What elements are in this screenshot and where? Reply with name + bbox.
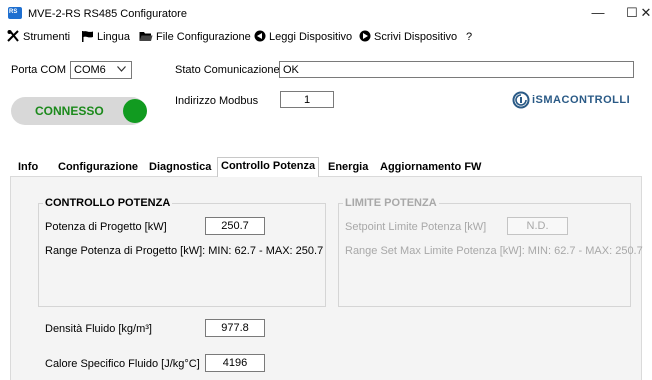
tab-strip: Info Configurazione Diagnostica Controll… [0, 157, 652, 177]
fluid-density-label: Densità Fluido [kg/m³] [45, 323, 152, 335]
menu-leggi-dispositivo[interactable]: Leggi Dispositivo [254, 30, 352, 44]
controllo-potenza-title: CONTROLLO POTENZA [43, 197, 173, 209]
menu-scrivi-dispositivo-label: Scrivi Dispositivo [374, 31, 458, 43]
port-com-select[interactable]: COM6 [70, 61, 132, 79]
tab-diagnostica[interactable]: Diagnostica [146, 159, 214, 176]
fluid-specific-heat-label: Calore Specifico Fluido [J/kg°C] [45, 358, 200, 370]
folder-icon [139, 32, 153, 41]
read-device-icon [254, 30, 266, 42]
menu-leggi-dispositivo-label: Leggi Dispositivo [269, 31, 353, 43]
close-button[interactable]: ✕ [640, 3, 652, 23]
connection-toggle[interactable]: CONNESSO [11, 97, 147, 125]
ismacontrolli-logo-icon [512, 91, 530, 109]
chevron-down-icon [117, 66, 126, 72]
menu-file-configurazione-label: File Configurazione [156, 31, 251, 43]
design-power-input[interactable]: 250.7 [205, 217, 265, 235]
tab-info[interactable]: Info [15, 159, 41, 176]
window-title: MVE-2-RS RS485 Configuratore [28, 8, 187, 20]
app-icon-text: RS [9, 9, 18, 15]
tab-energia[interactable]: Energia [325, 159, 371, 176]
setpoint-limit-range: Range Set Max Limite Potenza [kW]: MIN: … [345, 245, 643, 257]
connection-toggle-label: CONNESSO [35, 104, 104, 118]
stato-comunicazione-label: Stato Comunicazione [175, 64, 280, 76]
modbus-address-input[interactable]: 1 [280, 91, 334, 108]
tab-configurazione[interactable]: Configurazione [55, 159, 141, 176]
design-power-label: Potenza di Progetto [kW] [45, 221, 167, 233]
tools-icon [7, 30, 19, 42]
menu-strumenti-label: Strumenti [23, 31, 71, 43]
menu-strumenti[interactable]: Strumenti [7, 30, 70, 44]
title-bar: RS MVE-2-RS RS485 Configuratore — ☐ ✕ [0, 0, 652, 28]
setpoint-limit-input[interactable]: N.D. [507, 217, 568, 235]
stato-comunicazione-value: OK [283, 64, 299, 76]
menu-help[interactable]: ? [466, 30, 472, 44]
menu-lingua[interactable]: Lingua [81, 30, 130, 44]
setpoint-limit-label: Setpoint Limite Potenza [kW] [345, 221, 487, 233]
stato-comunicazione-field: OK [279, 61, 634, 78]
write-device-icon [359, 30, 371, 42]
connection-toggle-knob[interactable] [123, 99, 147, 123]
app-icon: RS [8, 7, 22, 19]
port-com-label: Porta COM [11, 64, 67, 76]
modbus-address-label: Indirizzo Modbus [175, 95, 259, 107]
menu-bar: Strumenti Lingua File Configurazione Leg… [0, 28, 652, 46]
flag-icon [82, 31, 93, 42]
fluid-density-input[interactable]: 977.8 [205, 319, 265, 337]
tab-aggiornamento-fw[interactable]: Aggiornamento FW [377, 159, 484, 176]
limite-potenza-title: LIMITE POTENZA [343, 197, 439, 209]
menu-scrivi-dispositivo[interactable]: Scrivi Dispositivo [359, 30, 457, 44]
fluid-specific-heat-input[interactable]: 4196 [205, 354, 265, 372]
menu-lingua-label: Lingua [97, 31, 131, 43]
port-com-value: COM6 [74, 64, 106, 76]
brand-logo-text: iSMACONTROLLI [532, 94, 631, 106]
design-power-range: Range Potenza di Progetto [kW]: MIN: 62.… [45, 245, 324, 257]
tab-controllo-potenza[interactable]: Controllo Potenza [217, 157, 320, 177]
menu-file-configurazione[interactable]: File Configurazione [139, 30, 251, 44]
